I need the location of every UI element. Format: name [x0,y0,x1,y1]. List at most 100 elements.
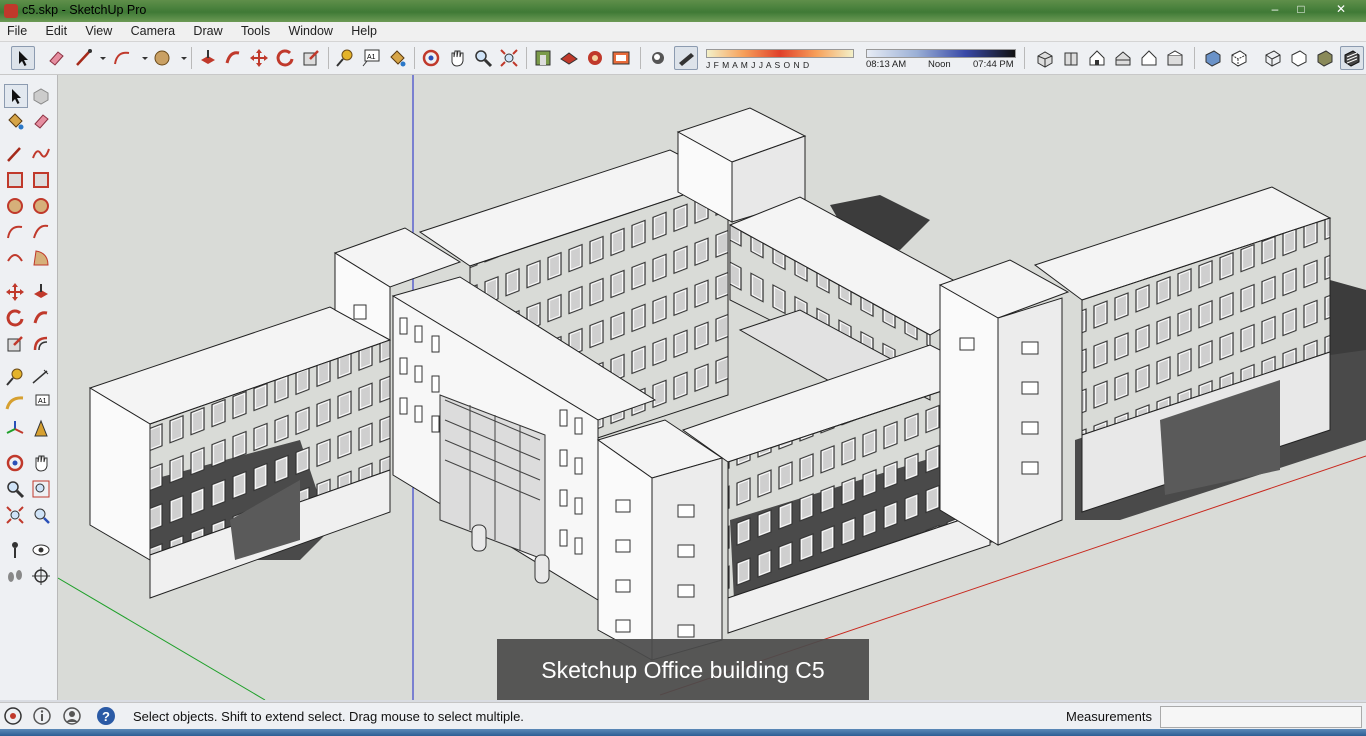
top-view-icon[interactable] [1060,47,1082,69]
time-slider[interactable] [866,49,1016,58]
left-view-icon[interactable] [1164,47,1186,69]
select-tool-icon[interactable] [4,84,28,108]
tape-measure-icon[interactable] [4,366,26,388]
rectangle-icon[interactable] [4,169,26,191]
push-pull-icon[interactable] [30,281,52,303]
three-point-arc-icon[interactable] [4,247,26,269]
text-tool-icon[interactable]: A1 [360,47,382,69]
user-account-icon[interactable] [62,706,82,726]
menu-help[interactable]: Help [344,22,385,38]
menu-edit[interactable]: Edit [39,22,76,38]
iso-view-icon[interactable] [1034,47,1056,69]
front-stair-tower[interactable] [596,419,724,661]
make-component-icon[interactable] [30,84,52,106]
protractor-icon[interactable] [4,392,26,414]
model-canvas[interactable] [58,75,1366,700]
warehouse-icon[interactable] [532,47,554,69]
zoom-window-icon[interactable] [30,478,52,500]
rotate-icon[interactable] [4,307,26,329]
pan-tool-icon[interactable] [446,47,468,69]
freehand-icon[interactable] [30,143,52,165]
paint-bucket-icon[interactable] [4,110,26,132]
dimension-icon[interactable] [30,366,52,388]
orbit-icon[interactable] [4,452,26,474]
follow-me-tool-icon[interactable] [222,47,244,69]
display-shadows-icon[interactable] [674,46,698,70]
zoom-icon[interactable] [4,478,26,500]
menu-camera[interactable]: Camera [124,22,183,38]
follow-me-icon[interactable] [30,307,52,329]
zoom-tool-icon[interactable] [472,47,494,69]
zoom-extents-tool-icon[interactable] [498,47,520,69]
back-view-icon[interactable] [1138,47,1160,69]
text-icon[interactable]: A1 [30,392,52,414]
offset-icon[interactable] [30,333,52,355]
hidden-line-style-icon[interactable] [1288,47,1310,69]
menu-file[interactable]: File [0,22,35,38]
tape-measure-tool-icon[interactable] [334,47,356,69]
left-wing[interactable] [88,306,392,599]
front-view-icon[interactable] [1086,47,1108,69]
arc-tool-icon[interactable] [111,47,133,69]
help-icon[interactable]: ? [96,706,116,726]
title-bar: c5.skp - SketchUp Pro ‒ □ ✕ [0,0,1366,22]
pie-icon[interactable] [30,247,52,269]
right-view-icon[interactable] [1112,47,1134,69]
monochrome-style-icon[interactable] [1340,46,1364,70]
orbit-tool-icon[interactable] [420,47,442,69]
menu-bar: File Edit View Camera Draw Tools Window … [0,22,1366,42]
move-icon[interactable] [4,281,26,303]
eraser-tool-icon[interactable] [45,47,67,69]
menu-view[interactable]: View [78,22,120,38]
geolocation-icon[interactable] [3,706,23,726]
close-button[interactable]: ✕ [1326,0,1356,18]
select-tool-icon[interactable] [11,46,35,70]
section-plane-icon[interactable] [30,418,52,440]
shape-tool-icon[interactable] [151,47,173,69]
shape-dropdown-icon[interactable] [173,47,187,69]
eraser-icon[interactable] [30,110,52,132]
scale-tool-icon[interactable] [300,47,322,69]
toolbar-separator [1194,47,1195,69]
measurements-input[interactable] [1160,706,1362,728]
line-icon[interactable] [4,143,26,165]
circle-icon[interactable] [4,195,26,217]
shaded-style-icon[interactable] [1314,47,1336,69]
share-model-icon[interactable] [558,47,580,69]
maximize-button[interactable]: □ [1288,0,1314,18]
extension-warehouse-icon[interactable] [610,47,632,69]
crosshair-icon[interactable] [30,565,52,587]
axes-icon[interactable] [4,418,26,440]
rotated-rectangle-icon[interactable] [30,169,52,191]
walk-icon[interactable] [4,565,26,587]
minimize-button[interactable]: ‒ [1262,0,1288,18]
push-pull-tool-icon[interactable] [197,47,219,69]
shadow-settings-icon[interactable] [647,47,669,69]
pan-icon[interactable] [30,452,52,474]
share-component-icon[interactable] [584,47,606,69]
polygon-icon[interactable] [30,195,52,217]
zoom-extents-icon[interactable] [4,504,26,526]
position-camera-icon[interactable] [4,539,26,561]
menu-draw[interactable]: Draw [186,22,230,38]
line-dropdown-icon[interactable] [92,47,106,69]
wireframe-style-icon[interactable] [1262,47,1284,69]
month-slider[interactable] [706,49,854,58]
menu-tools[interactable]: Tools [234,22,278,38]
rotate-tool-icon[interactable] [274,47,296,69]
move-tool-icon[interactable] [248,47,270,69]
modeling-viewport[interactable]: Sketchup Office building C5 [58,75,1366,700]
xray-style-icon[interactable] [1202,47,1224,69]
arc-dropdown-icon[interactable] [134,47,148,69]
info-icon[interactable] [32,706,52,726]
arc-icon[interactable] [4,221,26,243]
paint-bucket-tool-icon[interactable] [386,47,408,69]
scale-icon[interactable] [4,333,26,355]
right-stair-tower[interactable] [938,259,1070,546]
look-around-icon[interactable] [30,539,52,561]
back-edges-style-icon[interactable] [1228,47,1250,69]
menu-window[interactable]: Window [281,22,340,38]
two-point-arc-icon[interactable] [30,221,52,243]
sketchup-app-icon [4,4,18,18]
previous-view-icon[interactable] [30,504,52,526]
